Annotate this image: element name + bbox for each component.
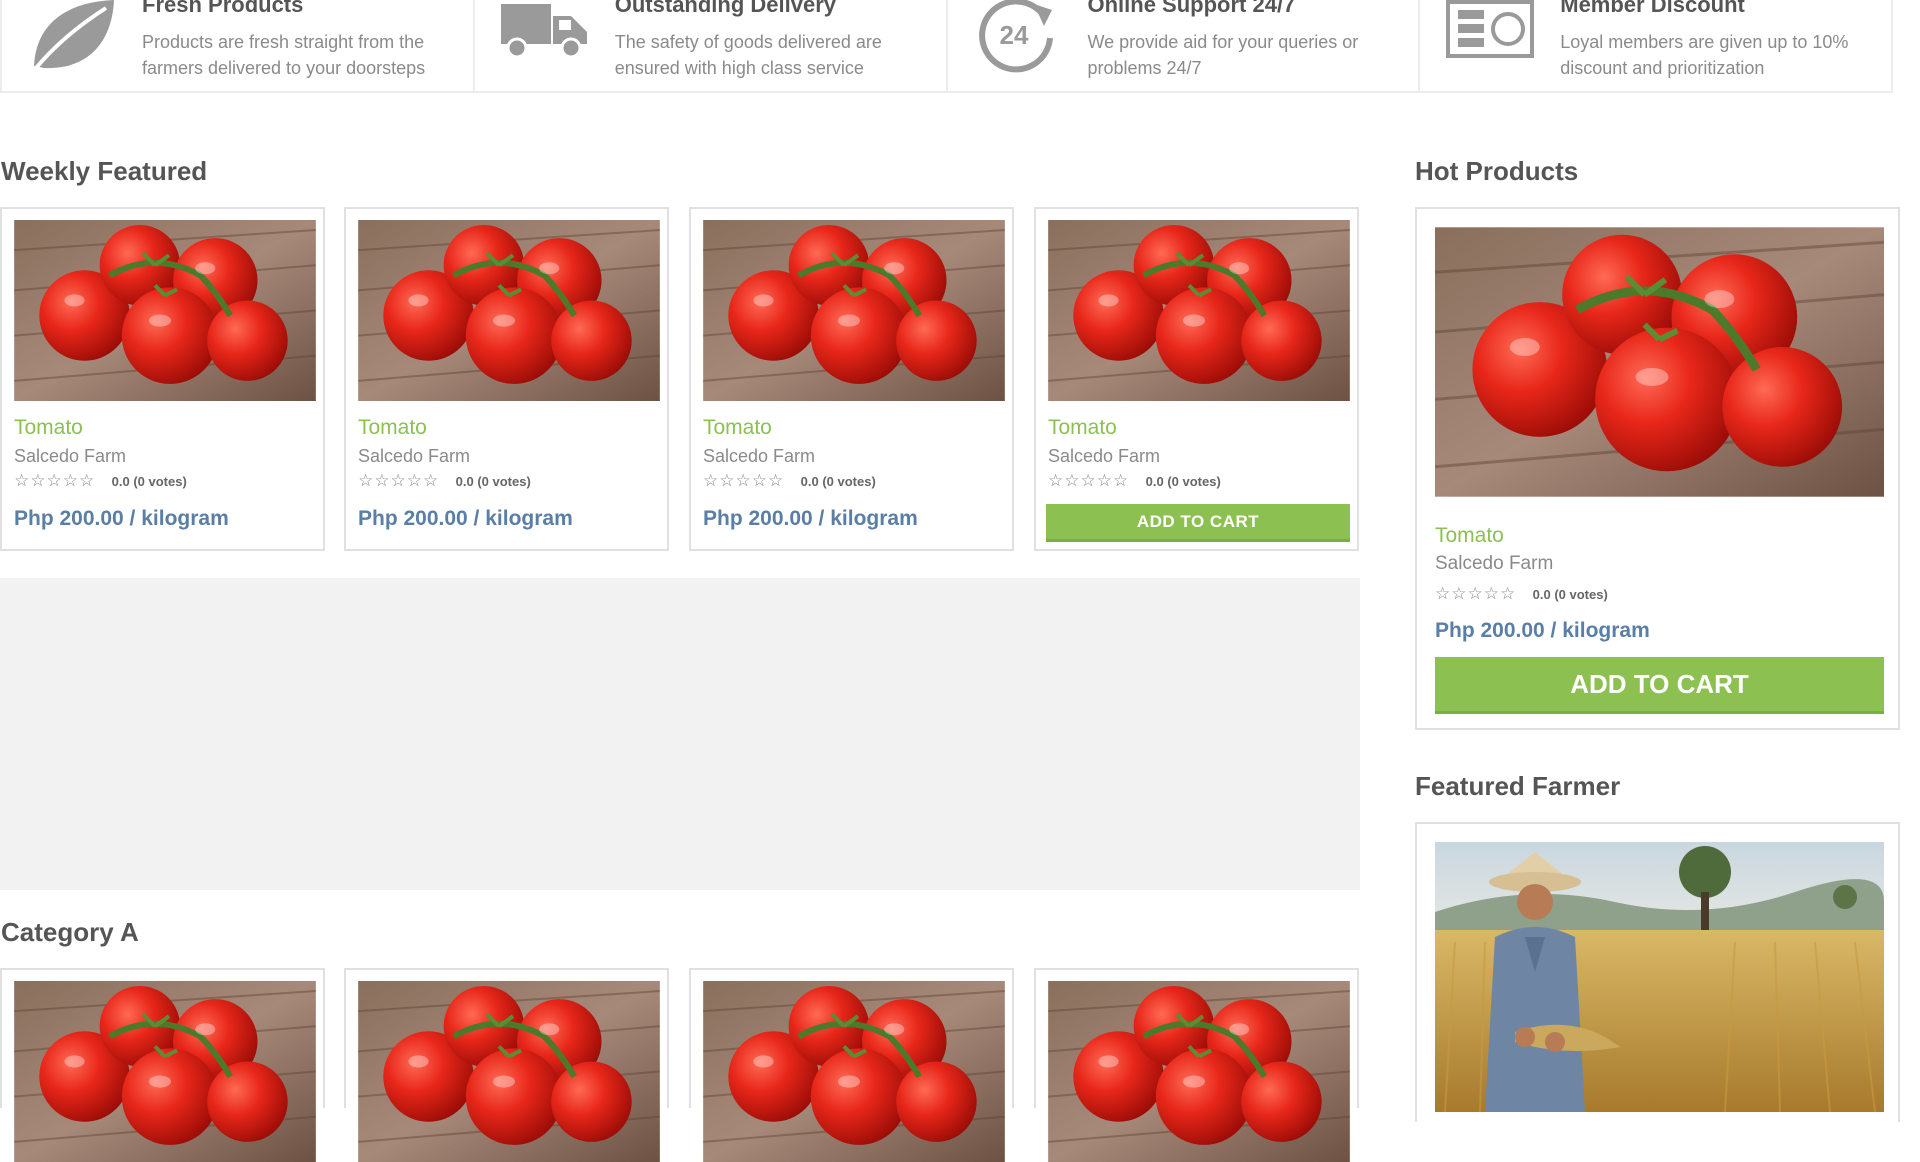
rating-votes: 0.0 (0 votes) xyxy=(800,474,876,489)
banner-placeholder xyxy=(0,578,1360,890)
feature-member-discount: Member Discount Loyal members are given … xyxy=(1420,0,1893,91)
rating-stars[interactable]: ☆☆☆☆☆ xyxy=(14,471,95,490)
product-image[interactable] xyxy=(14,981,316,1162)
rating-stars[interactable]: ☆☆☆☆☆ xyxy=(1048,471,1129,490)
product-farm[interactable]: Salcedo Farm xyxy=(1048,446,1160,467)
add-to-cart-button[interactable]: ADD TO CART xyxy=(1435,657,1884,714)
rating-votes: 0.0 (0 votes) xyxy=(111,474,187,489)
rating-votes: 0.0 (0 votes) xyxy=(1145,474,1221,489)
feature-online-support: 24 Online Support 24/7 We provide aid fo… xyxy=(948,0,1421,91)
feature-title: Fresh Products xyxy=(142,0,304,17)
leaf-icon xyxy=(26,0,118,76)
feature-title: Outstanding Delivery xyxy=(614,0,837,17)
feature-title: Member Discount xyxy=(1560,0,1745,17)
weekly-featured-title: Weekly Featured xyxy=(1,156,208,186)
featured-farmer-card[interactable] xyxy=(1415,822,1900,1122)
add-to-cart-button[interactable]: ADD TO CART xyxy=(1046,504,1350,542)
product-rating: ☆☆☆☆☆ 0.0 (0 votes) xyxy=(358,471,531,491)
feature-outstanding-delivery: Outstanding Delivery The safety of goods… xyxy=(475,0,948,91)
product-price: Php 200.00 / kilogram xyxy=(14,507,229,530)
support-badge-text: 24 xyxy=(999,20,1028,50)
product-card[interactable]: Tomato Salcedo Farm ☆☆☆☆☆ 0.0 (0 votes) … xyxy=(0,207,325,551)
feature-description: Products are fresh straight from the far… xyxy=(142,32,426,78)
product-farm[interactable]: Salcedo Farm xyxy=(14,446,126,467)
product-image[interactable] xyxy=(1048,220,1350,401)
product-name[interactable]: Tomato xyxy=(1048,416,1117,440)
product-card[interactable]: Tomato Salcedo Farm ☆☆☆☆☆ 0.0 (0 votes) … xyxy=(689,207,1014,551)
product-rating: ☆☆☆☆☆ 0.0 (0 votes) xyxy=(14,471,187,491)
product-farm[interactable]: Salcedo Farm xyxy=(358,446,470,467)
category-a-title: Category A xyxy=(1,917,139,947)
product-price: Php 200.00 / kilogram xyxy=(358,507,573,530)
feature-description: Loyal members are given up to 10% discou… xyxy=(1560,32,1849,78)
product-card[interactable]: Tomato Salcedo Farm ☆☆☆☆☆ 0.0 (0 votes) … xyxy=(344,207,669,551)
farmer-photo[interactable] xyxy=(1435,842,1884,1112)
rating-stars[interactable]: ☆☆☆☆☆ xyxy=(358,471,439,490)
product-card[interactable] xyxy=(344,968,669,1108)
product-rating: ☆☆☆☆☆ 0.0 (0 votes) xyxy=(1048,471,1221,491)
product-price: Php 200.00 / kilogram xyxy=(703,507,918,530)
features-strip: Fresh Products Products are fresh straig… xyxy=(0,0,1893,93)
feature-description: We provide aid for your queries or probl… xyxy=(1087,32,1359,78)
product-card[interactable] xyxy=(0,968,325,1108)
rating-stars[interactable]: ☆☆☆☆☆ xyxy=(1435,584,1516,603)
product-farm[interactable]: Salcedo Farm xyxy=(1435,553,1553,575)
feature-fresh-products: Fresh Products Products are fresh straig… xyxy=(2,0,475,91)
rating-stars[interactable]: ☆☆☆☆☆ xyxy=(703,471,784,490)
product-name[interactable]: Tomato xyxy=(1435,524,1504,548)
featured-farmer-title: Featured Farmer xyxy=(1415,771,1621,801)
product-image[interactable] xyxy=(703,981,1005,1162)
product-card-hovered[interactable]: Tomato Salcedo Farm ☆☆☆☆☆ 0.0 (0 votes) … xyxy=(1034,207,1359,551)
product-rating: ☆☆☆☆☆ 0.0 (0 votes) xyxy=(703,471,876,491)
product-image[interactable] xyxy=(1435,227,1884,497)
rating-votes: 0.0 (0 votes) xyxy=(1532,587,1608,602)
product-name[interactable]: Tomato xyxy=(703,416,772,440)
product-image[interactable] xyxy=(358,220,660,401)
product-price: Php 200.00 / kilogram xyxy=(1435,619,1650,642)
product-name[interactable]: Tomato xyxy=(358,416,427,440)
product-farm[interactable]: Salcedo Farm xyxy=(703,446,815,467)
product-image[interactable] xyxy=(358,981,660,1162)
feature-title: Online Support 24/7 xyxy=(1087,0,1296,17)
product-image[interactable] xyxy=(14,220,316,401)
hot-product-card[interactable]: Tomato Salcedo Farm ☆☆☆☆☆ 0.0 (0 votes) … xyxy=(1415,207,1900,730)
product-card[interactable] xyxy=(689,968,1014,1108)
rating-votes: 0.0 (0 votes) xyxy=(455,474,531,489)
truck-icon xyxy=(499,0,591,76)
product-image[interactable] xyxy=(703,220,1005,401)
support-24-icon: 24 xyxy=(972,0,1064,76)
product-card[interactable] xyxy=(1034,968,1359,1108)
product-rating: ☆☆☆☆☆ 0.0 (0 votes) xyxy=(1435,584,1608,604)
product-image[interactable] xyxy=(1048,981,1350,1162)
hot-products-title: Hot Products xyxy=(1415,156,1579,186)
member-card-icon xyxy=(1444,0,1536,76)
product-name[interactable]: Tomato xyxy=(14,416,83,440)
feature-description: The safety of goods delivered are ensure… xyxy=(614,32,882,78)
